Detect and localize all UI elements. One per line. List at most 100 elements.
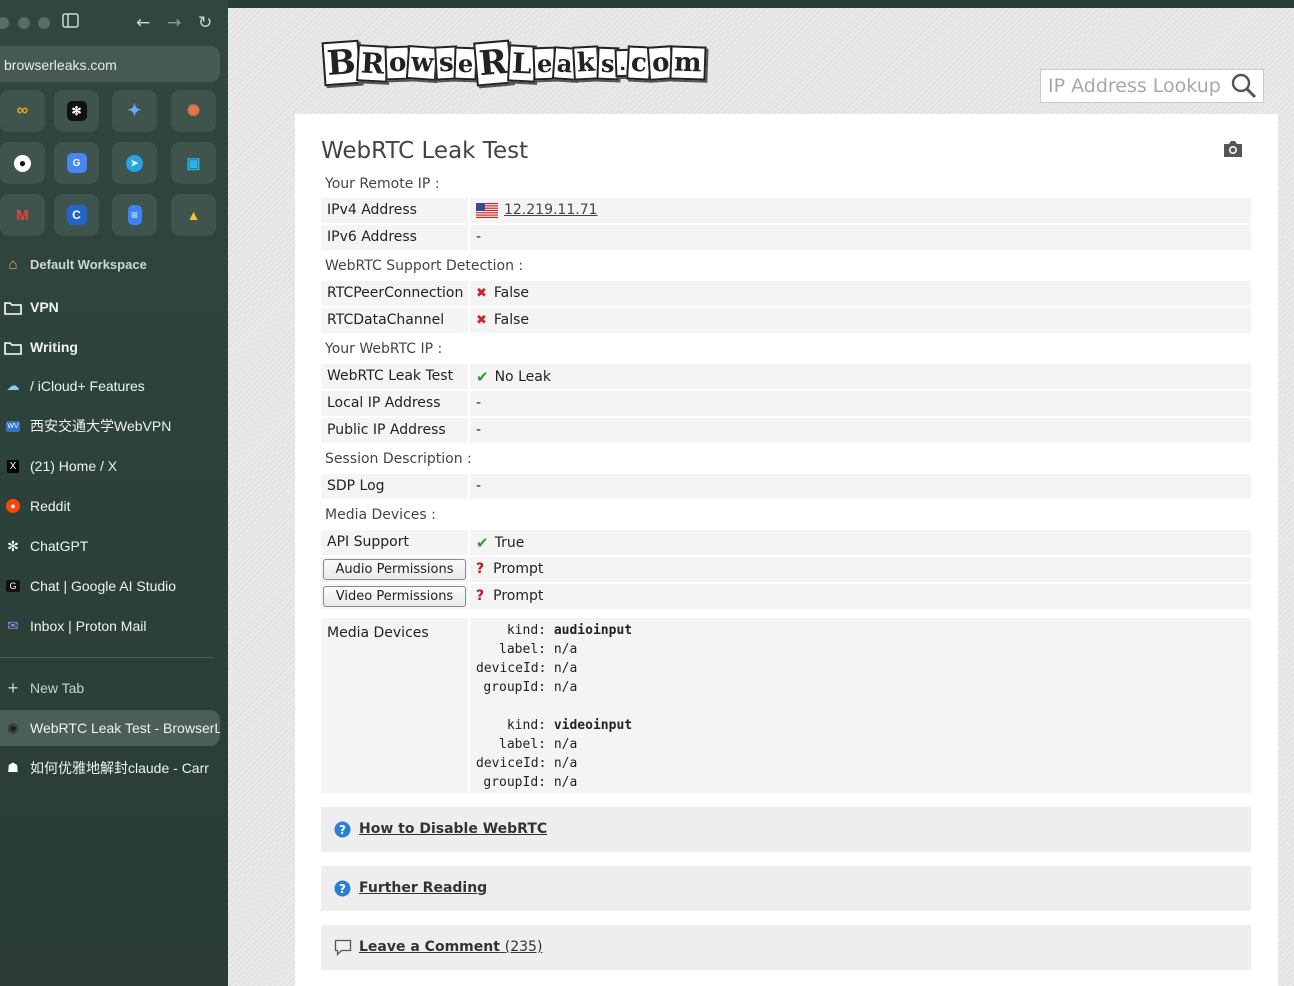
pinned-app-1[interactable]: ∞ [0,90,45,132]
section-support: WebRTC Support Detection : [325,258,524,274]
pinned-app-11[interactable]: ≡ [112,194,157,236]
browser-sidebar: ← → ↻ browserleaks.com ∞ ✻ ✦ ✺ ● G ➤ ▣ M… [0,0,228,986]
further-reading-link[interactable]: Further Reading [359,880,487,896]
pinned-app-12[interactable]: ▲ [171,194,216,236]
row-key: RTCDataChannel [327,312,445,328]
tab-label: WebRTC Leak Test - BrowserLeaks [30,720,220,736]
forward-arrow-icon[interactable]: → [167,12,181,34]
pinned-app-7[interactable]: ➤ [112,142,157,184]
comment-icon [334,939,352,960]
pinned-app-5[interactable]: ● [0,142,45,184]
device-label: n/a [553,642,578,657]
field-label: deviceId: [476,661,547,676]
row-rtcdatachannel: RTCDataChannel ✖ False [321,308,1251,333]
row-value-cell: 12.219.11.71 [468,198,1251,223]
ipv4-link[interactable]: 12.219.11.71 [504,202,598,218]
sidebar-tab-reddit[interactable]: ● Reddit [0,488,220,524]
row-value: - [476,229,482,245]
comment-label: Leave a Comment [359,939,500,955]
row-key: IPv6 Address [327,229,417,245]
sidebar-toggle-icon[interactable] [62,12,79,34]
row-value: - [476,422,482,438]
window-zoom-button[interactable] [38,17,50,29]
folder-label: VPN [30,299,59,315]
google-docs-icon: ≡ [127,205,142,225]
tab-label: / iCloud+ Features [30,378,145,394]
status-text: False [493,312,530,328]
sidebar-tab-webrtc-active[interactable]: ◉ WebRTC Leak Test - BrowserLeaks [0,710,220,746]
house-icon: ⌂ [8,255,18,273]
device-group-line: groupId: n/a [476,678,577,697]
workspace-switcher[interactable]: ⌂ Default Workspace [0,246,220,282]
new-tab-button[interactable]: + New Tab [0,670,220,706]
new-tab-label: New Tab [30,680,85,696]
row-value-cell: - [468,474,1251,499]
video-permissions-button[interactable]: Video Permissions [323,586,466,607]
row-value: ✔ True [476,534,524,552]
row-media-devices: Media Devices kind: audioinput label: n/… [321,618,1251,793]
row-value: ✔ No Leak [476,368,551,386]
row-local-ip: Local IP Address - [321,391,1251,416]
sidebar-divider [0,657,214,658]
workspace-label: Default Workspace [30,256,147,272]
pinned-app-6[interactable]: G [54,142,99,184]
sidebar-tab-proton-mail[interactable]: ✉ Inbox | Proton Mail [0,608,220,644]
reload-icon[interactable]: ↻ [198,12,212,34]
media-devices-list: kind: audioinput label: n/a deviceId: n/… [468,618,1251,793]
sidebar-folder-writing[interactable]: Writing [0,329,220,365]
site-logo[interactable]: B R o w s e R L e a k s . c o m [321,28,707,98]
ip-lookup-input[interactable]: IP Address Lookup [1040,69,1264,103]
back-arrow-icon[interactable]: ← [136,12,150,34]
row-key: Media Devices [327,625,429,641]
panel-disable-webrtc: ? How to Disable WebRTC [321,807,1251,852]
sidebar-folder-vpn[interactable]: VPN [0,289,220,325]
pinned-app-2[interactable]: ✻ [54,90,99,132]
sidebar-tab-chatgpt[interactable]: ✻ ChatGPT [0,528,220,564]
pinned-app-4[interactable]: ✺ [171,90,216,132]
search-icon[interactable] [1231,73,1257,104]
field-label: label: [499,737,546,752]
github-icon: ● [14,154,31,172]
sidebar-tab-icloud[interactable]: ☁ / iCloud+ Features [0,368,220,404]
check-icon: ✔ [476,534,489,552]
window-minimize-button[interactable] [18,17,30,29]
sidebar-tab-claude-article[interactable]: ☗ 如何优雅地解封claude - Carr [0,750,220,786]
row-value-cell: ? Prompt [468,584,1251,609]
claude-icon: ✺ [186,103,201,120]
sidebar-tab-webvpn[interactable]: WV 西安交通大学WebVPN [0,408,220,444]
row-ipv4: IPv4 Address 12.219.11.71 [321,198,1251,223]
address-bar[interactable]: browserleaks.com [0,46,220,82]
pinned-app-10[interactable]: C [54,194,99,236]
device-kind-line: kind: audioinput [476,621,632,640]
sidebar-tab-ai-studio[interactable]: G Chat | Google AI Studio [0,568,220,604]
gemini-icon: ✦ [127,101,142,120]
plus-icon: + [7,677,19,698]
window-close-button[interactable] [0,17,9,29]
row-video-permissions: Video Permissions ? Prompt [321,584,1251,609]
status-text: No Leak [494,369,551,385]
pinned-app-3[interactable]: ✦ [112,90,157,132]
device-label-line: label: n/a [476,735,577,754]
pinned-app-9[interactable]: M [0,194,45,236]
disable-webrtc-link[interactable]: How to Disable WebRTC [359,821,547,837]
panel-further-reading: ? Further Reading [321,866,1251,911]
row-value: - [476,478,482,494]
web-page: B R o w s e R L e a k s . c o m IP Addre… [228,8,1294,986]
device-kind: videoinput [553,718,633,733]
pinned-app-8[interactable]: ▣ [171,142,216,184]
tab-label: 西安交通大学WebVPN [30,418,172,434]
camera-icon[interactable] [1222,140,1244,162]
status-text: False [493,285,530,301]
status-text: Prompt [493,561,544,577]
ai-studio-icon: G [3,577,23,595]
row-value-cell: ✖ False [468,308,1251,333]
us-flag-icon [476,202,498,218]
help-icon: ? [334,821,351,842]
sidebar-tab-x[interactable]: X (21) Home / X [0,448,220,484]
reddit-icon: ● [3,497,23,515]
leave-comment-link[interactable]: Leave a Comment (235) [359,939,542,955]
audio-permissions-button[interactable]: Audio Permissions [323,559,466,580]
question-icon: ? [476,588,485,604]
status-text: Prompt [493,588,544,604]
section-webrtc-ip: Your WebRTC IP : [325,341,443,357]
